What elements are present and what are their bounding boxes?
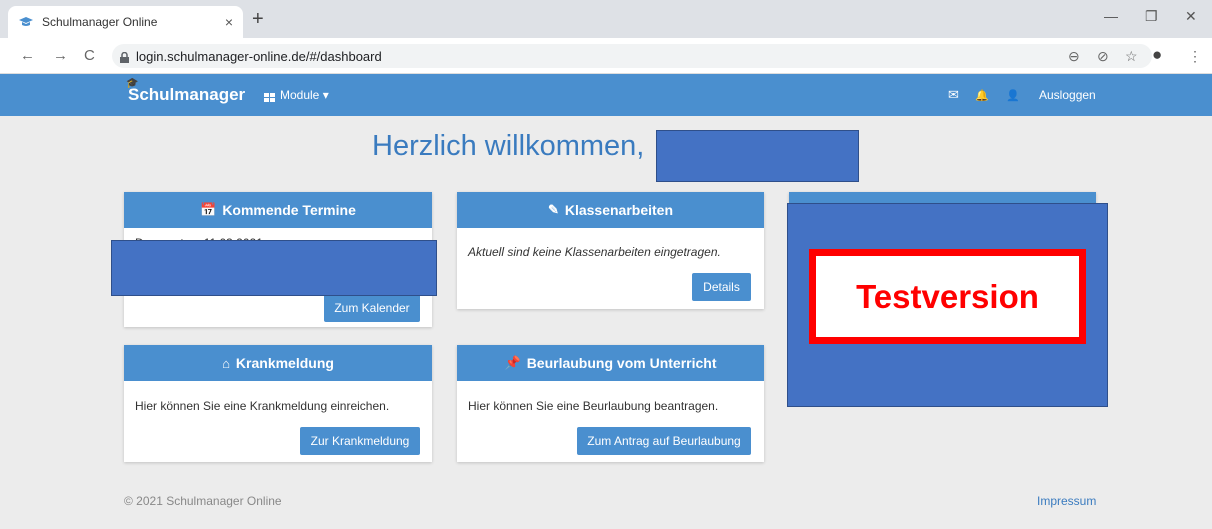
- edit-icon: ✎: [547, 202, 559, 217]
- forward-icon[interactable]: →: [53, 47, 68, 64]
- card-krankmeldung-title: Krankmeldung: [235, 355, 334, 371]
- brand-logo[interactable]: 🎓 Schulmanager: [126, 78, 246, 105]
- tab-title: Schulmanager Online: [42, 15, 158, 29]
- restore-icon[interactable]: ❐: [1145, 8, 1158, 25]
- card-termine-header: 📅 Kommende Termine: [124, 192, 432, 228]
- redacted-termine: [111, 240, 437, 296]
- testversion-text: Testversion: [856, 277, 1039, 315]
- new-tab-button[interactable]: +: [252, 9, 264, 29]
- reload-icon[interactable]: C: [84, 47, 95, 64]
- zur-krankmeldung-button[interactable]: Zur Krankmeldung: [300, 427, 420, 455]
- minimize-icon[interactable]: —: [1104, 8, 1118, 24]
- zum-antrag-button[interactable]: Zum Antrag auf Beurlaubung: [577, 427, 751, 455]
- address-bar-row: ← → C login.schulmanager-online.de/#/das…: [0, 38, 1212, 74]
- module-dropdown[interactable]: Module ▾: [264, 88, 329, 102]
- card-klassenarbeiten-header: ✎ Klassenarbeiten: [457, 192, 764, 228]
- card-klassenarbeiten-title: Klassenarbeiten: [564, 202, 674, 218]
- zoom-icon[interactable]: ⊖: [1068, 48, 1080, 65]
- app-navbar: 🎓 Schulmanager Module ▾ ✉ 🔔 👤 Ausloggen: [0, 74, 1212, 116]
- footer-copyright: © 2021 Schulmanager Online: [124, 494, 282, 508]
- testversion-label: Testversion: [809, 249, 1086, 344]
- details-button[interactable]: Details: [692, 273, 751, 301]
- graduation-cap-icon: [18, 14, 34, 30]
- tab-close-icon[interactable]: ×: [225, 14, 233, 30]
- pin-icon: 📌: [504, 355, 521, 370]
- brand-name: Schulmanager: [128, 85, 246, 104]
- card-krankmeldung: ⌂ Krankmeldung Hier können Sie eine Kran…: [124, 345, 432, 462]
- brand-cap-icon: 🎓: [126, 78, 139, 89]
- card-klassenarbeiten-text: Aktuell sind keine Klassenarbeiten einge…: [468, 245, 721, 259]
- url-text: login.schulmanager-online.de/#/dashboard: [136, 49, 382, 64]
- home-icon: ⌂: [222, 355, 230, 371]
- card-beurlaubung: 📌 Beurlaubung vom Unterricht Hier können…: [457, 345, 764, 462]
- card-beurlaubung-text: Hier können Sie eine Beurlaubung beantra…: [468, 399, 719, 413]
- grid-icon: [264, 91, 275, 102]
- window-close-icon[interactable]: ✕: [1185, 8, 1197, 25]
- module-label: Module ▾: [280, 88, 329, 102]
- browser-tabstrip: Schulmanager Online × + — ❐ ✕: [0, 0, 1212, 38]
- menu-icon[interactable]: ⋮: [1188, 48, 1202, 65]
- profile-icon[interactable]: ●: [1152, 45, 1162, 65]
- mail-icon[interactable]: ✉: [948, 87, 959, 103]
- logout-link[interactable]: Ausloggen: [1039, 88, 1096, 102]
- card-beurlaubung-header: 📌 Beurlaubung vom Unterricht: [457, 345, 764, 381]
- bell-icon[interactable]: 🔔: [975, 89, 989, 102]
- card-klassenarbeiten: ✎ Klassenarbeiten Aktuell sind keine Kla…: [457, 192, 764, 309]
- card-krankmeldung-text: Hier können Sie eine Krankmeldung einrei…: [135, 399, 390, 413]
- back-icon[interactable]: ←: [20, 47, 35, 64]
- card-beurlaubung-title: Beurlaubung vom Unterricht: [526, 355, 717, 371]
- zum-kalender-button[interactable]: Zum Kalender: [324, 294, 420, 322]
- star-icon[interactable]: ☆: [1125, 48, 1138, 65]
- calendar-icon: 📅: [200, 202, 217, 217]
- card-termine-title: Kommende Termine: [222, 202, 356, 218]
- impressum-link[interactable]: Impressum: [1037, 494, 1096, 508]
- redacted-username: [656, 130, 859, 182]
- lock-icon: [120, 50, 129, 63]
- eye-off-icon[interactable]: ⊘: [1097, 48, 1109, 65]
- user-icon[interactable]: 👤: [1006, 89, 1020, 102]
- card-krankmeldung-header: ⌂ Krankmeldung: [124, 345, 432, 381]
- welcome-heading: Herzlich willkommen,: [372, 130, 645, 162]
- browser-tab[interactable]: Schulmanager Online ×: [8, 6, 243, 38]
